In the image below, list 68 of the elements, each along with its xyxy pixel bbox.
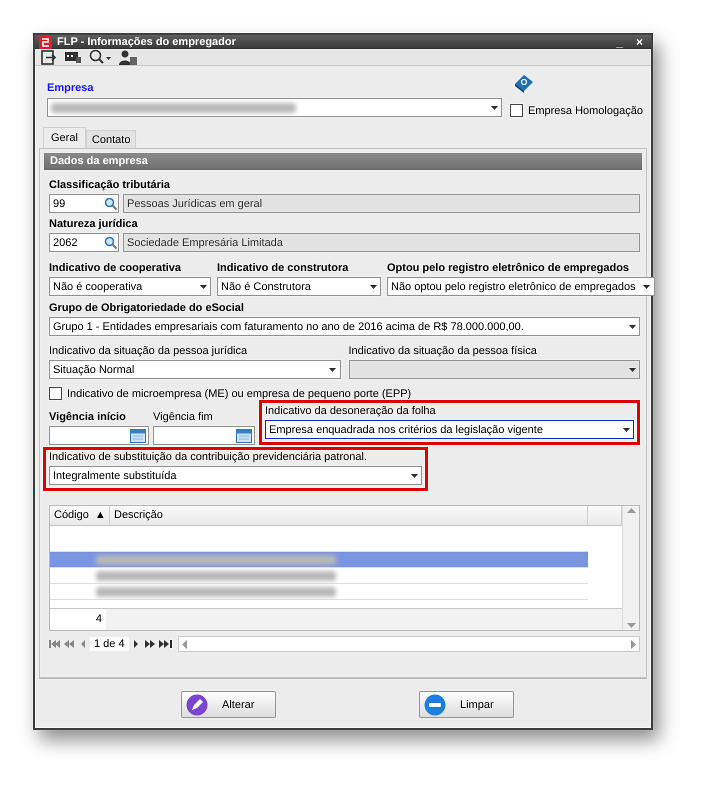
- search-icon: [104, 236, 118, 250]
- scroll-right-icon[interactable]: [631, 640, 636, 648]
- checkbox-option[interactable]: Empresa Homologação: [510, 104, 643, 117]
- dropdown-field[interactable]: Não é Construtora: [217, 277, 381, 296]
- table-row[interactable]: [50, 568, 588, 584]
- field-label: Indicativo da situação da pessoa física: [348, 344, 538, 359]
- edit-button[interactable]: Alterar: [181, 691, 276, 718]
- date-field[interactable]: [153, 426, 255, 445]
- section-header: Dados da empresa: [44, 153, 642, 170]
- horizontal-scrollbar[interactable]: [178, 636, 640, 652]
- scroll-up-icon[interactable]: [626, 508, 636, 513]
- table-row[interactable]: [50, 552, 588, 568]
- page-indicator: 1 de 4: [90, 637, 129, 651]
- field-label: Classificação tributária: [49, 178, 172, 193]
- pencil-icon: [186, 694, 208, 716]
- column-header[interactable]: Descrição: [110, 506, 588, 525]
- next-fast-icon[interactable]: [142, 640, 157, 648]
- table-row[interactable]: [50, 584, 588, 600]
- minus-icon: [424, 694, 446, 716]
- scroll-left-icon[interactable]: [182, 640, 187, 648]
- dropdown-field[interactable]: Não optou pelo registro eletrônico de empregados: [387, 277, 655, 296]
- field-label: Indicativo da situação da pessoa jurídica: [49, 344, 248, 359]
- window-title: FLP - Informações do empregador: [57, 36, 237, 48]
- user-icon[interactable]: [119, 50, 137, 64]
- vertical-scrollbar[interactable]: [622, 506, 639, 630]
- dropdown-field[interactable]: Empresa enquadrada nos critérios da legislação vigente: [265, 420, 634, 439]
- field-label: Vigência fim: [153, 410, 214, 425]
- close-button[interactable]: ×: [632, 35, 647, 49]
- tab[interactable]: Geral: [43, 127, 86, 148]
- field-label: Natureza jurídica: [49, 217, 139, 232]
- checkbox[interactable]: [510, 104, 523, 117]
- field-label: Vigência início: [49, 410, 127, 425]
- checkbox[interactable]: [49, 387, 62, 400]
- calendar-icon: [130, 428, 146, 442]
- search-icon[interactable]: [89, 49, 111, 65]
- last-page-icon[interactable]: [158, 640, 172, 648]
- dropdown-field[interactable]: Situação Normal: [49, 360, 340, 379]
- help-book-icon[interactable]: [514, 74, 534, 94]
- code-field[interactable]: 2062: [49, 233, 119, 252]
- tab[interactable]: Contato: [86, 130, 136, 148]
- first-page-icon[interactable]: [49, 640, 60, 648]
- field-label: Grupo de Obrigatoriedade do eSocial: [49, 301, 245, 316]
- row-count: 4: [50, 609, 106, 630]
- scroll-down-icon[interactable]: [626, 623, 636, 628]
- field-label: Indicativo da desoneração da folha: [265, 404, 437, 419]
- minimize-button[interactable]: _: [612, 35, 627, 49]
- checkbox-option[interactable]: Indicativo de microempresa (ME) ou empresa de pequeno porte (EPP): [49, 387, 640, 400]
- dropdown-field[interactable]: Grupo 1 - Entidades empresariais com faturamento no ano de 2016 acima de R$ 78.000.000,00.: [49, 317, 640, 336]
- field-label: Indicativo de substituição da contribuição previdenciária patronal.: [49, 450, 368, 465]
- company-dropdown[interactable]: [47, 98, 502, 117]
- description-field: Sociedade Empresária Limitada: [123, 233, 640, 252]
- field-label: Empresa: [47, 82, 94, 94]
- prev-fast-icon[interactable]: [62, 640, 76, 648]
- date-field[interactable]: [49, 426, 149, 445]
- field-label: Optou pelo registro eletrônico de empregados: [387, 261, 630, 276]
- search-icon: [104, 196, 118, 210]
- app-icon: [39, 36, 52, 48]
- exit-icon[interactable]: [41, 50, 56, 64]
- column-header[interactable]: Código ▲: [50, 506, 110, 525]
- calendar-icon: [236, 428, 252, 442]
- dropdown-field[interactable]: Integralmente substituída: [49, 466, 422, 485]
- code-field[interactable]: 99: [49, 194, 119, 213]
- card-icon[interactable]: [64, 50, 81, 64]
- dropdown-field[interactable]: Não é cooperativa: [49, 277, 211, 296]
- field-label: Indicativo de construtora: [217, 261, 350, 276]
- field-label: Indicativo de cooperativa: [49, 261, 182, 276]
- clear-button[interactable]: Limpar: [419, 691, 514, 718]
- description-field: Pessoas Jurídicas em geral: [123, 194, 640, 213]
